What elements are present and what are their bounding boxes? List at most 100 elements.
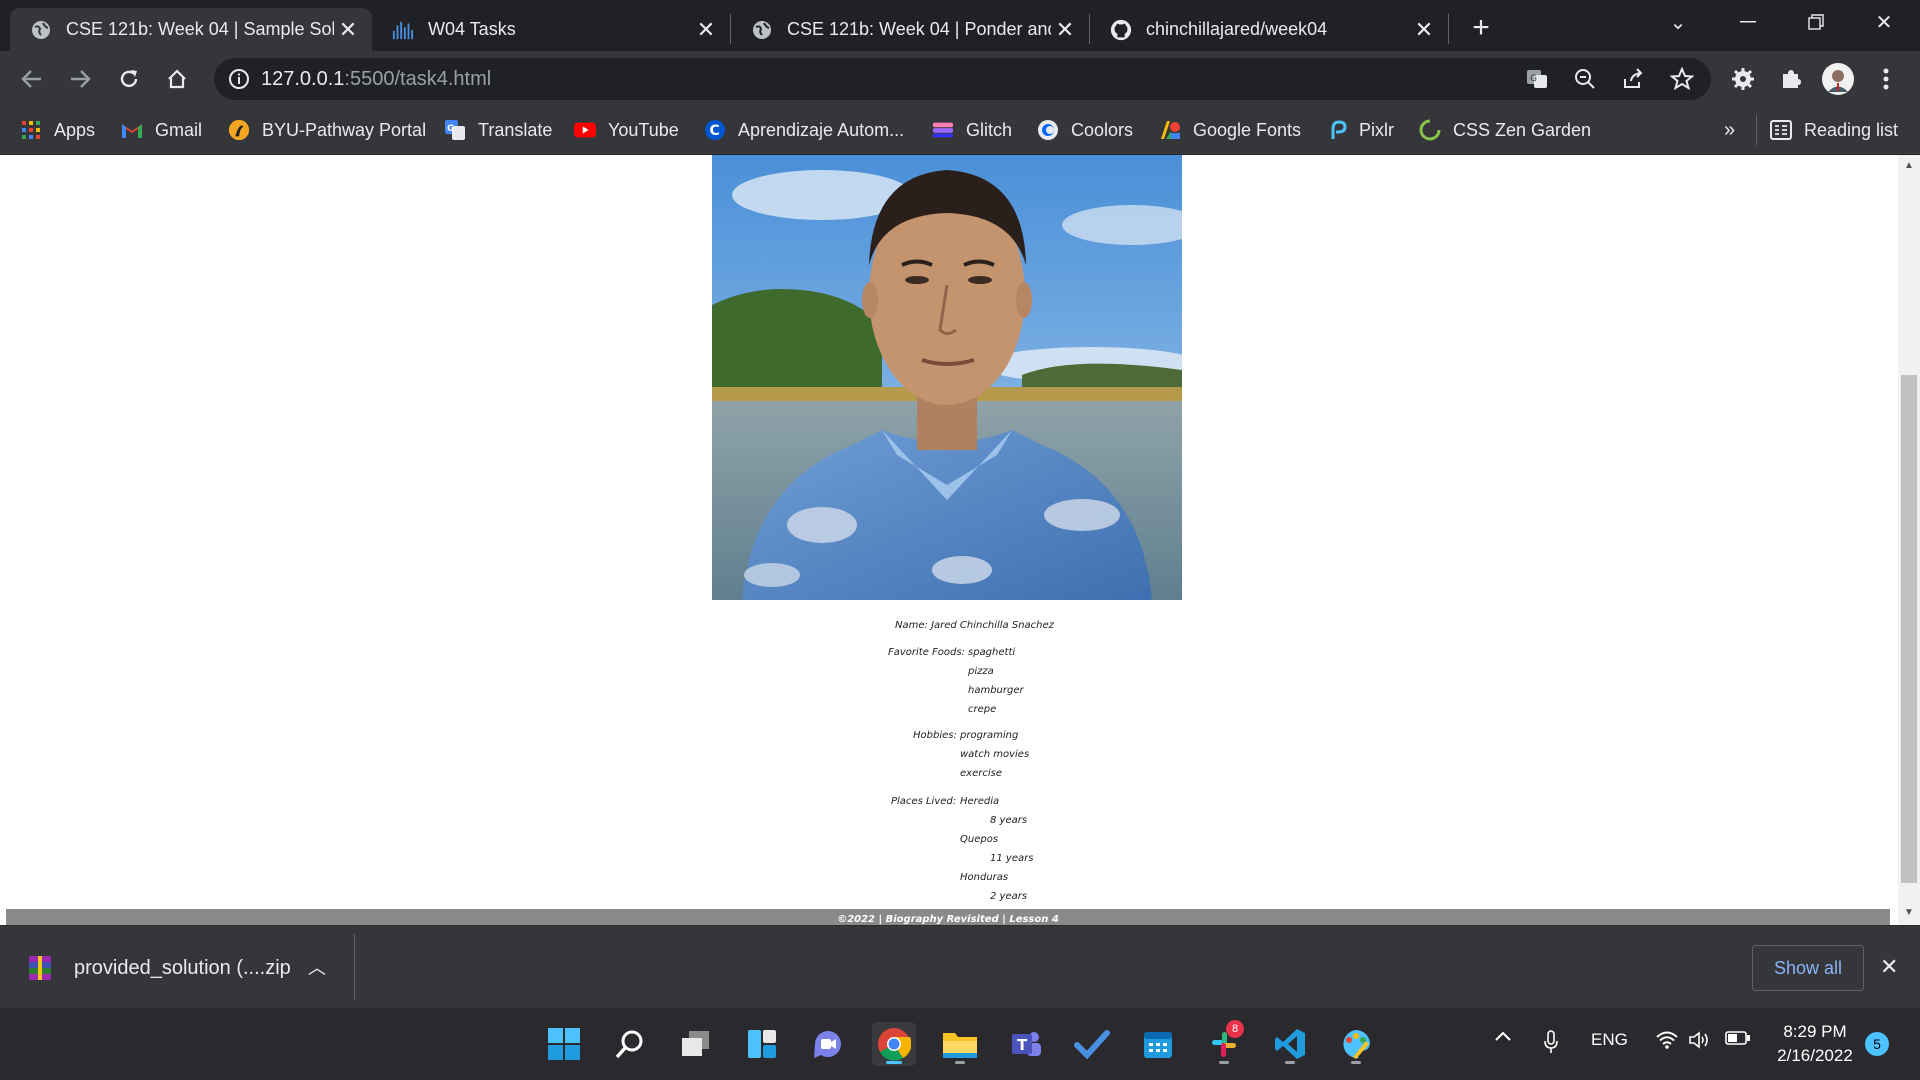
back-arrow-icon[interactable] [16,63,48,95]
scroll-down-arrow-icon[interactable]: ▼ [1903,907,1915,919]
bookmarks-overflow-button[interactable]: » [1724,116,1735,144]
gmail-icon [121,119,143,141]
bookmark-star-icon[interactable] [1670,67,1694,91]
bookmark-pixlr[interactable]: Pixlr [1325,116,1394,144]
site-info-icon[interactable] [228,68,250,90]
zoom-icon[interactable] [1573,67,1597,91]
active-indicator [886,1061,902,1064]
language-indicator[interactable]: ENG [1591,1030,1628,1050]
close-window-icon[interactable]: ✕ [1850,0,1918,44]
bookmark-label: Coolors [1071,119,1134,140]
bookmark-label: CSS Zen Garden [1453,119,1592,140]
profile-avatar[interactable] [1822,63,1854,95]
tab-cse121b-sample-solution[interactable]: CSE 121b: Week 04 | Sample Solu ✕ [10,8,372,51]
start-windows-icon[interactable] [542,1022,586,1066]
address-bar[interactable]: 127.0.0.1:5500/task4.html G [214,58,1711,100]
globe-icon [751,19,773,41]
tab-github-week04[interactable]: chinchillajared/week04 ✕ [1090,8,1448,51]
menu-kebab-icon[interactable] [1870,63,1902,95]
bookmark-gmail[interactable]: Gmail [121,116,202,144]
reload-icon[interactable] [113,63,145,95]
search-icon[interactable] [608,1022,652,1066]
chrome-taskbar-icon[interactable] [872,1022,916,1066]
scrollbar-thumb[interactable] [1901,375,1917,883]
bookmark-apps[interactable]: Apps [20,116,95,144]
food-item: hamburger [968,685,1024,696]
close-shelf-icon[interactable]: ✕ [1880,954,1898,980]
todo-check-icon[interactable] [1070,1022,1114,1066]
teams-icon[interactable]: T [1004,1022,1048,1066]
home-icon[interactable] [161,63,193,95]
close-tab-icon[interactable]: ✕ [692,16,720,44]
restore-icon[interactable] [1782,0,1850,44]
chevron-up-icon[interactable]: ︿ [308,954,326,980]
svg-text:G: G [447,124,454,134]
bookmark-byu-pathway[interactable]: BYU-Pathway Portal [228,116,426,144]
settings-extension-icon[interactable] [1727,63,1759,95]
bookmarks-bar: Apps Gmail BYU-Pathway Portal G Translat… [0,107,1920,154]
forward-arrow-icon[interactable] [64,63,96,95]
share-icon[interactable] [1621,67,1645,91]
tab-search-icon[interactable]: ⌄ [1644,0,1712,44]
download-item[interactable]: provided_solution (....zip [26,952,291,984]
running-indicator [955,1061,965,1064]
tab-strip: CSE 121b: Week 04 | Sample Solu ✕ W04 Ta… [0,0,1920,51]
tab-divider [1448,14,1449,44]
css-zen-icon [1419,119,1441,141]
scroll-up-arrow-icon[interactable]: ▲ [1903,160,1915,172]
bookmark-translate[interactable]: G Translate [444,116,552,144]
tab-cse121b-ponder[interactable]: CSE 121b: Week 04 | Ponder and ✕ [731,8,1089,51]
bookmark-css-zen-garden[interactable]: CSS Zen Garden [1419,116,1591,144]
pixlr-icon [1325,119,1347,141]
bookmark-label: Gmail [155,119,203,140]
bookmark-youtube[interactable]: YouTube [574,116,679,144]
wifi-icon[interactable] [1655,1030,1679,1050]
task-view-icon[interactable] [674,1022,718,1066]
food-item: spaghetti [968,647,1016,658]
hobby-item: exercise [960,768,1002,779]
tab-w04-tasks[interactable]: W04 Tasks ✕ [372,8,730,51]
clock-date: 2/16/2022 [1777,1046,1853,1065]
bookmark-google-fonts[interactable]: Google Fonts [1159,116,1301,144]
slack-icon[interactable]: 8 [1202,1020,1246,1066]
places-label: Places Lived: [891,796,957,807]
bookmark-label: YouTube [608,119,679,140]
close-tab-icon[interactable]: ✕ [334,16,362,44]
new-tab-button[interactable]: + [1463,10,1499,46]
clock-time: 8:29 PM [1783,1022,1847,1041]
minimize-icon[interactable] [1714,0,1782,44]
reading-list-button[interactable]: Reading list [1770,116,1898,144]
battery-icon[interactable] [1725,1030,1751,1046]
microphone-icon[interactable] [1543,1030,1559,1054]
running-indicator [1351,1061,1361,1064]
close-tab-icon[interactable]: ✕ [1410,16,1438,44]
vertical-scrollbar[interactable]: ▲ ▼ [1898,155,1920,925]
file-explorer-icon[interactable] [938,1022,982,1066]
url-path: :5500/task4.html [344,68,492,90]
show-all-button[interactable]: Show all [1752,945,1864,991]
name-value: Jared Chinchilla Snachez [931,620,1054,631]
bookmark-aprendizaje[interactable]: C Aprendizaje Autom... [704,116,904,144]
calendar-icon[interactable] [1136,1022,1180,1066]
translate-page-icon[interactable]: G [1525,67,1549,91]
notification-count-badge[interactable]: 5 [1865,1032,1889,1056]
bookmark-glitch[interactable]: Glitch [932,116,1012,144]
bookmark-coolors[interactable]: Coolors [1037,116,1133,144]
chevron-up-tray-icon[interactable] [1494,1030,1512,1042]
teams-chat-icon[interactable] [806,1022,850,1066]
vscode-icon[interactable] [1268,1022,1312,1066]
svg-text:C: C [710,123,720,139]
volume-icon[interactable] [1688,1030,1710,1050]
system-clock[interactable]: 8:29 PM 2/16/2022 [1770,1020,1860,1068]
place-name: Quepos [960,834,999,845]
bookmark-label: Google Fonts [1193,119,1302,140]
bookmark-label: Aprendizaje Autom... [738,119,905,140]
place-duration: 11 years [990,853,1034,864]
foods-label: Favorite Foods: [888,647,965,658]
paint-icon[interactable] [1334,1022,1378,1066]
url-text[interactable]: 127.0.0.1:5500/task4.html [261,68,491,91]
coolors-icon [1037,119,1059,141]
extensions-puzzle-icon[interactable] [1775,63,1807,95]
close-tab-icon[interactable]: ✕ [1051,16,1079,44]
widgets-icon[interactable] [740,1022,784,1066]
